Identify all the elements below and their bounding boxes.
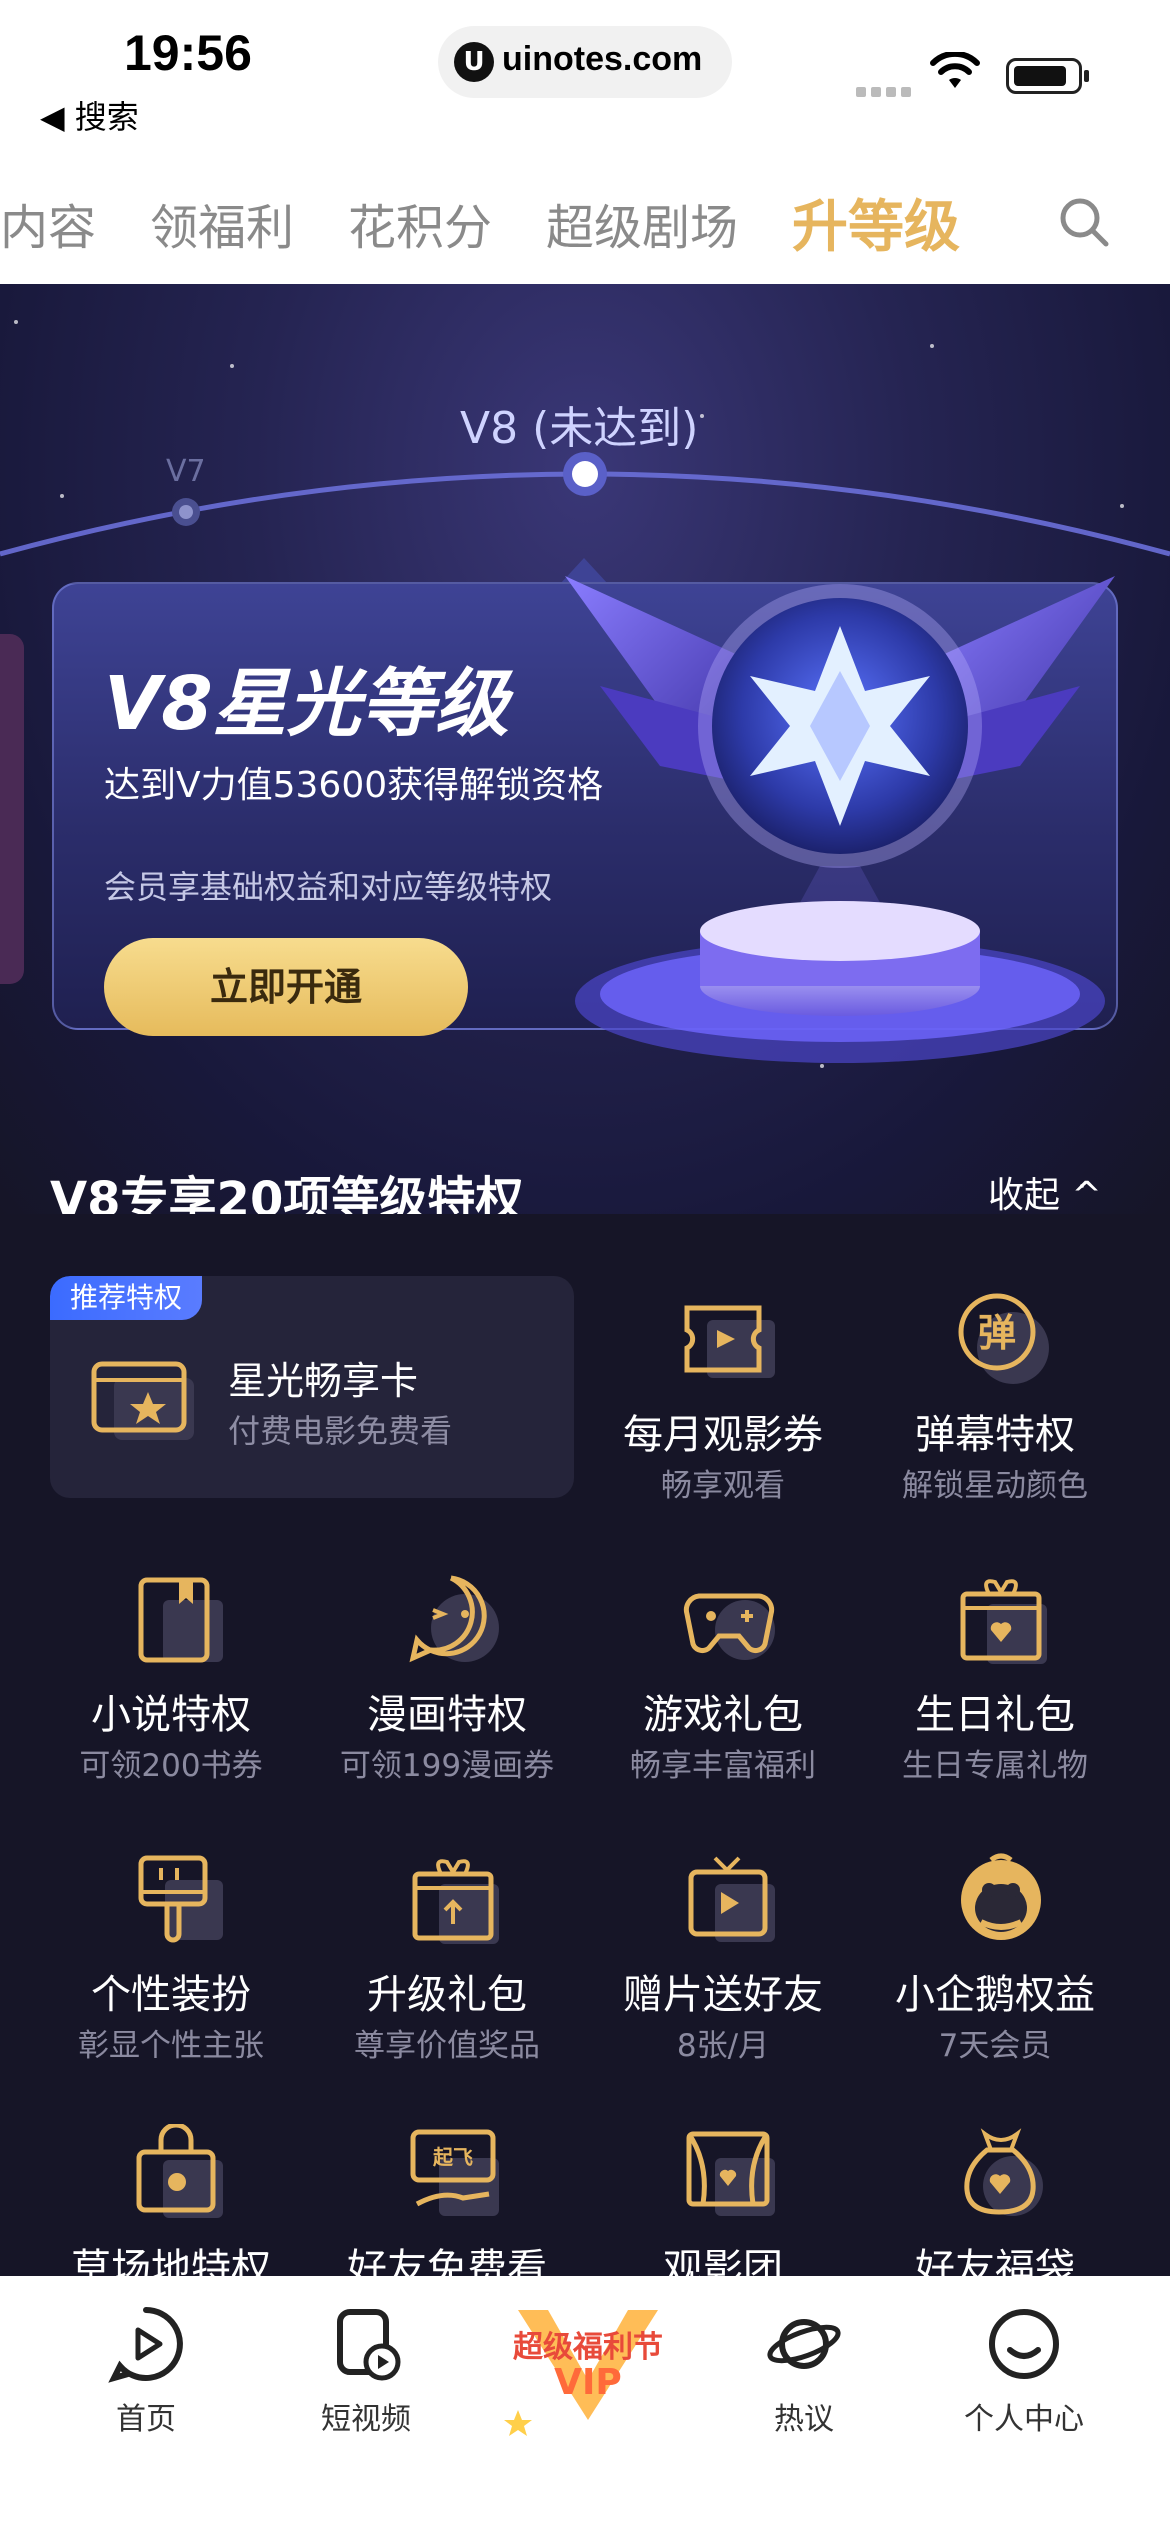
tab-upgrade-level[interactable]: 升等级 bbox=[792, 182, 960, 263]
nav-profile[interactable]: 个人中心 bbox=[934, 2304, 1114, 2438]
nav-home[interactable]: 首页 bbox=[56, 2304, 236, 2438]
nav-label: 热议 bbox=[774, 2402, 834, 2437]
level-card-description: 会员享基础权益和对应等级特权 bbox=[104, 868, 553, 906]
privilege-name: 赠片送好友 bbox=[623, 1972, 823, 2018]
star-decoration bbox=[230, 364, 234, 368]
privilege-desc: 尊享价值奖品 bbox=[354, 2028, 540, 2064]
gift-heart-icon bbox=[960, 1579, 1047, 1664]
smile-icon bbox=[989, 2309, 1059, 2379]
vip-festival-vip: VIP bbox=[554, 2362, 622, 2403]
cellular-signal-icon bbox=[856, 82, 916, 97]
tab-content[interactable]: 内容 bbox=[0, 188, 96, 258]
vip-festival-label: 超级福利节 bbox=[513, 2330, 663, 2365]
url-text: uinotes.com bbox=[502, 40, 703, 78]
lucky-bag-icon bbox=[964, 2128, 1043, 2216]
privilege-desc: 畅享观看 bbox=[661, 1468, 785, 1504]
level-card-requirement: 达到V力值53600获得解锁资格 bbox=[104, 765, 604, 806]
danmaku-glyph: 弹 bbox=[978, 1311, 1016, 1355]
privilege-name: 个性装扮 bbox=[91, 1972, 251, 2018]
privilege-danmaku[interactable]: 弹 弹幕特权 解锁星动颜色 bbox=[860, 1290, 1130, 1520]
privilege-desc: 7天会员 bbox=[938, 2028, 1052, 2064]
privilege-name: 升级礼包 bbox=[367, 1972, 527, 2018]
tv-play-icon bbox=[688, 1856, 775, 1942]
brush-icon bbox=[138, 1855, 223, 1943]
status-bar: 19:56 ◀ 搜索 U uinotes.com bbox=[0, 0, 1170, 160]
recommended-subtitle: 付费电影免费看 bbox=[228, 1412, 453, 1450]
top-tab-bar: 内容 领福利 花积分 超级剧场 升等级 bbox=[0, 160, 1170, 284]
recommended-title: 星光畅享卡 bbox=[228, 1359, 419, 1403]
privilege-name: 漫画特权 bbox=[367, 1692, 527, 1738]
privilege-desc: 彰显个性主张 bbox=[78, 2028, 264, 2064]
privilege-desc: 解锁星动颜色 bbox=[902, 1468, 1088, 1504]
privileges-section-title: V8专享20项等级特权 bbox=[50, 1172, 524, 1214]
comic-icon bbox=[409, 1575, 499, 1663]
privilege-name: 生日礼包 bbox=[915, 1692, 1075, 1738]
star-decoration bbox=[930, 344, 934, 348]
vip-festival-button[interactable]: 超级福利节 VIP bbox=[498, 2300, 678, 2440]
privilege-name: 每月观影券 bbox=[623, 1412, 823, 1458]
theater-icon bbox=[686, 2131, 775, 2216]
nav-short-video[interactable]: 短视频 bbox=[276, 2304, 456, 2438]
penguin-icon bbox=[961, 1853, 1041, 1940]
privilege-monthly-ticket[interactable]: 每月观影券 畅享观看 bbox=[588, 1290, 858, 1520]
home-play-icon bbox=[108, 2307, 183, 2383]
privilege-name: 游戏礼包 bbox=[643, 1692, 803, 1738]
privilege-birthday-pack[interactable]: 生日礼包 生日专属礼物 bbox=[860, 1570, 1130, 1800]
nav-hot-topics[interactable]: 热议 bbox=[714, 2304, 894, 2438]
privilege-gift-films[interactable]: 赠片送好友 8张/月 bbox=[588, 1850, 858, 2080]
danmaku-icon: 弹 bbox=[958, 1293, 1049, 1384]
nav-label: 短视频 bbox=[321, 2402, 411, 2437]
privilege-desc: 生日专属礼物 bbox=[902, 1748, 1088, 1784]
recommended-tag: 推荐特权 bbox=[50, 1276, 203, 1320]
privilege-name: 小说特权 bbox=[91, 1692, 251, 1738]
url-bar[interactable]: U uinotes.com bbox=[438, 26, 732, 98]
tab-points[interactable]: 花积分 bbox=[348, 188, 492, 258]
level-hero: V8 (未达到) V7 V8星光等级 达到V力值53600获得解锁资格 会员享基… bbox=[0, 284, 1170, 1214]
privilege-novel[interactable]: 小说特权 可领200书券 bbox=[36, 1570, 306, 1800]
recommended-privilege-card[interactable]: 推荐特权 星光畅享卡 付费电影免费看 bbox=[50, 1276, 574, 1498]
bottom-navigation: 首页 短视频 超级福利节 VIP 热议 个人中心 bbox=[0, 2276, 1170, 2532]
book-icon bbox=[138, 1577, 223, 1663]
bag-icon bbox=[136, 2124, 223, 2218]
short-video-icon bbox=[337, 2309, 401, 2381]
back-to-search-link[interactable]: ◀ 搜索 bbox=[40, 92, 139, 138]
privilege-upgrade-pack[interactable]: 升级礼包 尊享价值奖品 bbox=[312, 1850, 582, 2080]
planet-icon bbox=[767, 2319, 841, 2369]
open-now-button[interactable]: 立即开通 bbox=[104, 938, 468, 1036]
starlight-badge-icon bbox=[565, 576, 1115, 1063]
current-level-label: V8 (未达到) bbox=[460, 403, 699, 454]
privilege-name: 弹幕特权 bbox=[915, 1412, 1075, 1458]
privilege-desc: 8张/月 bbox=[676, 2028, 770, 2064]
battery-cap bbox=[1084, 70, 1089, 82]
nav-label: 首页 bbox=[116, 2402, 176, 2437]
privilege-desc: 可领200书券 bbox=[79, 1748, 263, 1784]
level-card-title: V8星光等级 bbox=[104, 661, 509, 747]
search-icon[interactable] bbox=[1058, 196, 1110, 248]
privilege-penguin[interactable]: 小企鹅权益 7天会员 bbox=[860, 1850, 1130, 2080]
privilege-desc: 可领199漫画券 bbox=[339, 1748, 555, 1784]
privilege-personal-style[interactable]: 个性装扮 彰显个性主张 bbox=[36, 1850, 306, 2080]
clock: 19:56 bbox=[124, 25, 252, 81]
starlight-card-icon bbox=[91, 1361, 194, 1440]
previous-level-label[interactable]: V7 bbox=[166, 454, 206, 489]
wifi-icon bbox=[930, 52, 980, 88]
tab-welfare[interactable]: 领福利 bbox=[150, 188, 294, 258]
privilege-comic[interactable]: 漫画特权 可领199漫画券 bbox=[312, 1570, 582, 1800]
previous-card-edge[interactable] bbox=[0, 634, 24, 984]
nav-label: 个人中心 bbox=[964, 2402, 1084, 2437]
site-logo-icon: U bbox=[454, 42, 494, 82]
gamepad-icon bbox=[683, 1593, 775, 1660]
battery-icon bbox=[1006, 58, 1082, 94]
tab-super-theater[interactable]: 超级剧场 bbox=[546, 188, 738, 258]
ticket-glyph: 起飞 bbox=[432, 2145, 473, 2169]
privilege-game-pack[interactable]: 游戏礼包 畅享丰富福利 bbox=[588, 1570, 858, 1800]
privileges-grid: 推荐特权 星光畅享卡 付费电影免费看 每月观影券 畅享观看 弹 弹幕特权 解锁星… bbox=[0, 1214, 1170, 2292]
gift-up-icon bbox=[412, 1859, 499, 1944]
ticket-icon bbox=[684, 1305, 775, 1378]
star-decoration bbox=[14, 320, 18, 324]
ticket-hand-icon: 起飞 bbox=[410, 2129, 499, 2216]
privilege-desc: 畅享丰富福利 bbox=[630, 1748, 816, 1784]
privilege-name: 小企鹅权益 bbox=[895, 1972, 1095, 2018]
collapse-button[interactable]: 收起 ^ bbox=[988, 1166, 1102, 1214]
